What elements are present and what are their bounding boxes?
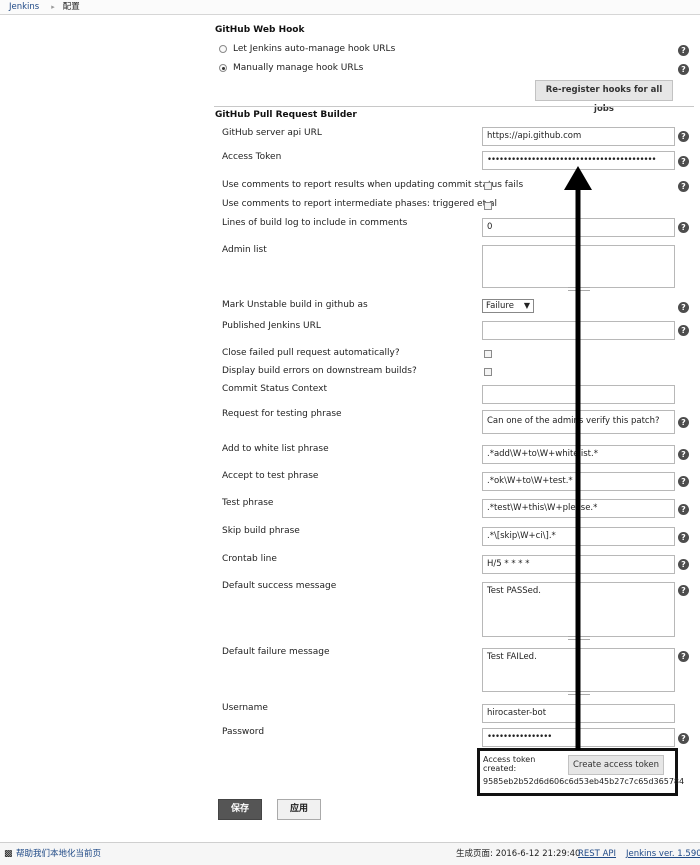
localize-page-link[interactable]: 帮助我们本地化当前页: [16, 843, 101, 865]
apply-button[interactable]: 应用: [277, 799, 321, 820]
translate-icon: ▩: [4, 849, 13, 859]
annotation-arrow-icon: [564, 166, 592, 750]
jenkins-version-link[interactable]: Jenkins ver. 1.590: [626, 843, 700, 865]
page-generated-text: 生成页面: 2016-6-12 21:29:40: [456, 849, 581, 859]
footer: ▩ 帮助我们本地化当前页 生成页面: 2016-6-12 21:29:40 RE…: [0, 842, 700, 865]
save-button[interactable]: 保存: [218, 799, 262, 820]
rest-api-link[interactable]: REST API: [578, 843, 616, 865]
